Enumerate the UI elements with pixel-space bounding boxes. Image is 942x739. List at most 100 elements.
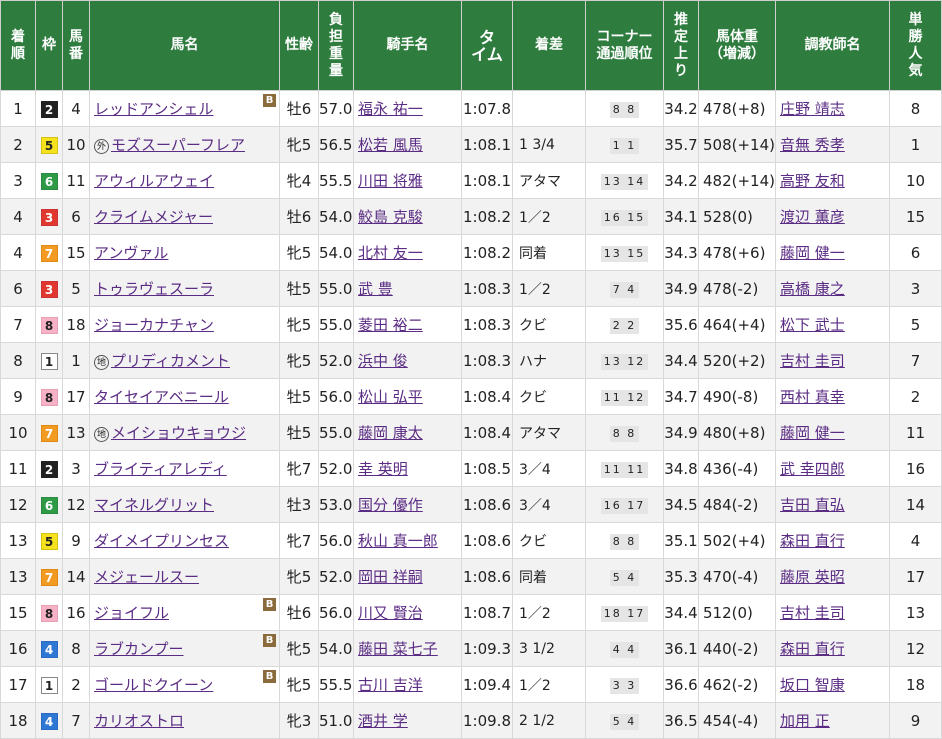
- trainer-cell: 森田 直行: [775, 630, 890, 667]
- horse-name-link[interactable]: アウィルアウェイ: [94, 172, 214, 190]
- popularity-cell: 2: [889, 378, 942, 415]
- jockey-link[interactable]: 藤岡 康太: [358, 424, 423, 442]
- jockey-link[interactable]: 北村 友一: [358, 244, 423, 262]
- trainer-link[interactable]: 坂口 智康: [780, 676, 845, 694]
- horse-name-link[interactable]: トゥラヴェスーラ: [94, 280, 214, 298]
- jockey-link[interactable]: 福永 祐一: [358, 100, 423, 118]
- horse-name-link[interactable]: カリオストロ: [94, 712, 184, 730]
- jockey-link[interactable]: 武 豊: [358, 280, 393, 298]
- jockey-link[interactable]: 川又 賢治: [358, 604, 423, 622]
- waku-cell: 7: [35, 414, 63, 451]
- weight-cell: 53.0: [318, 486, 354, 523]
- body-weight-cell: 502(+4): [698, 522, 776, 559]
- umaban-cell: 8: [62, 630, 90, 667]
- table-row: 6 3 5 トゥラヴェスーラ 牡5 55.0 武 豊 1:08.3 1／2 7 4 34.9 478(…: [0, 270, 942, 307]
- table-row: 3 6 11 アウィルアウェイ 牝4 55.5 川田 将雅 1:08.1 アタマ 13 14 34.…: [0, 162, 942, 199]
- waku-cell: 1: [35, 666, 63, 703]
- trainer-link[interactable]: 高橋 康之: [780, 280, 845, 298]
- trainer-link[interactable]: 森田 直行: [780, 640, 845, 658]
- jockey-link[interactable]: 浜中 俊: [358, 352, 408, 370]
- trainer-link[interactable]: 松下 武士: [780, 316, 845, 334]
- last3f-cell: 36.6: [663, 666, 699, 703]
- sexage-cell: 牡5: [279, 270, 319, 307]
- margin-cell: 3／4: [512, 486, 586, 523]
- last3f-cell: 34.1: [663, 198, 699, 235]
- jockey-link[interactable]: 松山 弘平: [358, 388, 423, 406]
- header-umaban: 馬番: [62, 0, 90, 91]
- popularity-cell: 15: [889, 198, 942, 235]
- waku-cell: 8: [35, 594, 63, 631]
- trainer-link[interactable]: 武 幸四郎: [780, 460, 845, 478]
- corner-cell: 11 11: [585, 450, 664, 487]
- time-cell: 1:08.3: [461, 270, 513, 307]
- jockey-link[interactable]: 岡田 祥嗣: [358, 568, 423, 586]
- jockey-link[interactable]: 秋山 真一郎: [358, 532, 438, 550]
- table-row: 17 1 2 ゴールドクイーン B 牝5 55.5 古川 吉洋 1:09.4 1／2 3 3 36.6…: [0, 666, 942, 703]
- weight-cell: 54.0: [318, 198, 354, 235]
- header-line: 上: [674, 45, 688, 62]
- jockey-link[interactable]: 酒井 学: [358, 712, 408, 730]
- trainer-link[interactable]: 加用 正: [780, 712, 830, 730]
- horse-name-link[interactable]: レッドアンシェル: [94, 100, 213, 118]
- trainer-link[interactable]: 森田 直行: [780, 532, 845, 550]
- horse-name-link[interactable]: マイネルグリット: [94, 496, 214, 514]
- trainer-link[interactable]: 庄野 靖志: [780, 100, 845, 118]
- body-weight-cell: 482(+14): [698, 162, 776, 199]
- jockey-link[interactable]: 古川 吉洋: [358, 676, 423, 694]
- trainer-link[interactable]: 吉村 圭司: [780, 352, 845, 370]
- horse-name-link[interactable]: メジェールスー: [94, 568, 199, 586]
- waku-badge: 3: [40, 280, 58, 298]
- horse-name-link[interactable]: モズスーパーフレア: [111, 136, 245, 154]
- sexage-cell: 牝5: [279, 234, 319, 271]
- corner-cell: 8 8: [585, 90, 664, 127]
- horse-name-link[interactable]: ラブカンプー: [94, 640, 184, 658]
- blinker-icon: B: [263, 670, 276, 683]
- trainer-link[interactable]: 西村 真幸: [780, 388, 845, 406]
- rank-cell: 13: [0, 558, 36, 595]
- weight-cell: 56.5: [318, 126, 354, 163]
- jockey-link[interactable]: 藤田 菜七子: [358, 640, 438, 658]
- trainer-link[interactable]: 吉村 圭司: [780, 604, 845, 622]
- table-row: 18 4 7 カリオストロ 牝3 51.0 酒井 学 1:09.8 2 1/2 5 4 36.5 45…: [0, 702, 942, 739]
- horse-name-link[interactable]: クライムメジャー: [94, 208, 213, 226]
- trainer-link[interactable]: 藤岡 健一: [780, 244, 845, 262]
- body-weight-cell: 512(0): [698, 594, 776, 631]
- jockey-link[interactable]: 幸 英明: [358, 460, 408, 478]
- table-row: 7 8 18 ジョーカナチャン 牝5 55.0 菱田 裕二 1:08.3 クビ 2 2 35.6 46…: [0, 306, 942, 343]
- umaban-cell: 9: [62, 522, 90, 559]
- waku-badge: 2: [40, 460, 58, 478]
- jockey-link[interactable]: 鮫島 克駿: [358, 208, 423, 226]
- header-line: 通過順位: [596, 45, 653, 62]
- waku-badge: 5: [40, 136, 58, 154]
- trainer-link[interactable]: 藤岡 健一: [780, 424, 845, 442]
- horse-name-link[interactable]: アンヴァル: [94, 244, 168, 262]
- horse-name-link[interactable]: ジョーカナチャン: [94, 316, 214, 334]
- horse-name-link[interactable]: ジョイフル: [94, 604, 169, 622]
- last3f-cell: 35.7: [663, 126, 699, 163]
- horse-name-link[interactable]: ダイメイプリンセス: [94, 532, 229, 550]
- trainer-link[interactable]: 音無 秀孝: [780, 136, 845, 154]
- waku-badge: 4: [40, 640, 58, 658]
- trainer-link[interactable]: 藤原 英昭: [780, 568, 845, 586]
- header-waku: 枠: [35, 0, 63, 91]
- jockey-link[interactable]: 菱田 裕二: [358, 316, 423, 334]
- header-line: 負: [329, 11, 343, 28]
- waku-badge: 7: [40, 568, 58, 586]
- trainer-link[interactable]: 吉田 直弘: [780, 496, 845, 514]
- horse-name-link[interactable]: ゴールドクイーン: [94, 676, 213, 694]
- body-weight-cell: 520(+2): [698, 342, 776, 379]
- header-line: 定: [674, 28, 688, 45]
- jockey-link[interactable]: 松若 風馬: [358, 136, 423, 154]
- margin-cell: アタマ: [512, 162, 586, 199]
- rank-cell: 2: [0, 126, 36, 163]
- corner-cell: 13 12: [585, 342, 664, 379]
- horse-name-link[interactable]: プリディカメント: [111, 352, 230, 370]
- trainer-link[interactable]: 渡辺 薫彦: [780, 208, 845, 226]
- trainer-link[interactable]: 高野 友和: [780, 172, 845, 190]
- horse-name-link[interactable]: タイセイアベニール: [94, 388, 229, 406]
- horse-name-link[interactable]: メイショウキョウジ: [111, 424, 246, 442]
- sexage-cell: 牝5: [279, 126, 319, 163]
- horse-name-link[interactable]: ブライティアレディ: [94, 460, 227, 478]
- jockey-link[interactable]: 川田 将雅: [358, 172, 423, 190]
- jockey-link[interactable]: 国分 優作: [358, 496, 423, 514]
